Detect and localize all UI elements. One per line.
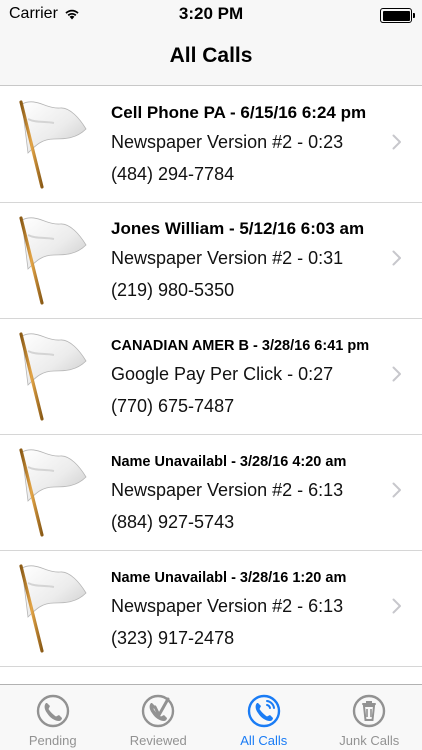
call-list[interactable]: Cell Phone PA - 6/15/16 6:24 pm Newspape… [0,87,422,684]
call-source: Newspaper Version #2 - 6:13 [111,480,344,500]
page-title: All Calls [169,44,253,67]
call-phone: (219) 980-5350 [111,280,235,300]
tab-pending[interactable]: Pending [0,685,106,750]
tab-junk-calls[interactable]: Junk Calls [317,685,422,750]
call-title: CANADIAN AMER B - 3/28/16 6:41 pm [111,338,370,354]
chevron-right-icon [392,134,402,150]
phone-reviewed-icon [140,693,176,729]
call-title: Cell Phone PA - 6/15/16 6:24 pm [111,103,367,122]
status-bar: Carrier 3:20 PM [0,0,422,30]
tab-label: Pending [28,733,77,748]
call-source: Google Pay Per Click - 0:27 [111,364,334,384]
call-row-partial[interactable] [0,667,422,684]
tab-bar: Pending Reviewed All Calls Junk Calls [0,684,422,750]
tab-label: Reviewed [129,733,187,748]
tab-reviewed[interactable]: Reviewed [106,685,212,750]
chevron-right-icon [392,482,402,498]
trash-icon [351,693,387,729]
call-source: Newspaper Version #2 - 6:13 [111,596,344,616]
chevron-right-icon [392,598,402,614]
status-time: 3:20 PM [178,4,244,23]
call-row[interactable]: CANADIAN AMER B - 3/28/16 6:41 pm Google… [0,319,422,435]
call-source: Newspaper Version #2 - 0:23 [111,132,344,152]
call-phone: (884) 927-5743 [111,512,235,532]
call-title: Name Unavailabl - 3/28/16 1:20 am [111,570,347,586]
call-row[interactable]: Cell Phone PA - 6/15/16 6:24 pm Newspape… [0,87,422,203]
phone-all-icon [246,693,282,729]
call-source: Newspaper Version #2 - 0:31 [111,248,344,268]
flag-icon[interactable] [14,447,90,537]
call-phone: (484) 294-7784 [111,164,235,184]
chevron-right-icon [392,366,402,382]
call-phone: (770) 675-7487 [111,396,235,416]
phone-pending-icon [35,693,71,729]
flag-icon[interactable] [14,563,90,653]
flag-icon[interactable] [14,331,90,421]
tab-label: All Calls [240,733,288,748]
tab-all-calls[interactable]: All Calls [211,685,317,750]
flag-icon[interactable] [14,99,90,189]
call-row[interactable]: Name Unavailabl - 3/28/16 4:20 am Newspa… [0,435,422,551]
call-title: Jones William - 5/12/16 6:03 am [111,219,365,238]
call-phone: (323) 917-2478 [111,628,235,648]
tab-label: Junk Calls [339,733,400,748]
call-title: Name Unavailabl - 3/28/16 4:20 am [111,454,347,470]
battery-icon [380,8,415,23]
call-row[interactable]: Jones William - 5/12/16 6:03 am Newspape… [0,203,422,319]
flag-icon[interactable] [14,215,90,305]
chevron-right-icon [392,250,402,266]
navigation-bar: All Calls [0,30,422,86]
call-row[interactable]: Name Unavailabl - 3/28/16 1:20 am Newspa… [0,551,422,667]
